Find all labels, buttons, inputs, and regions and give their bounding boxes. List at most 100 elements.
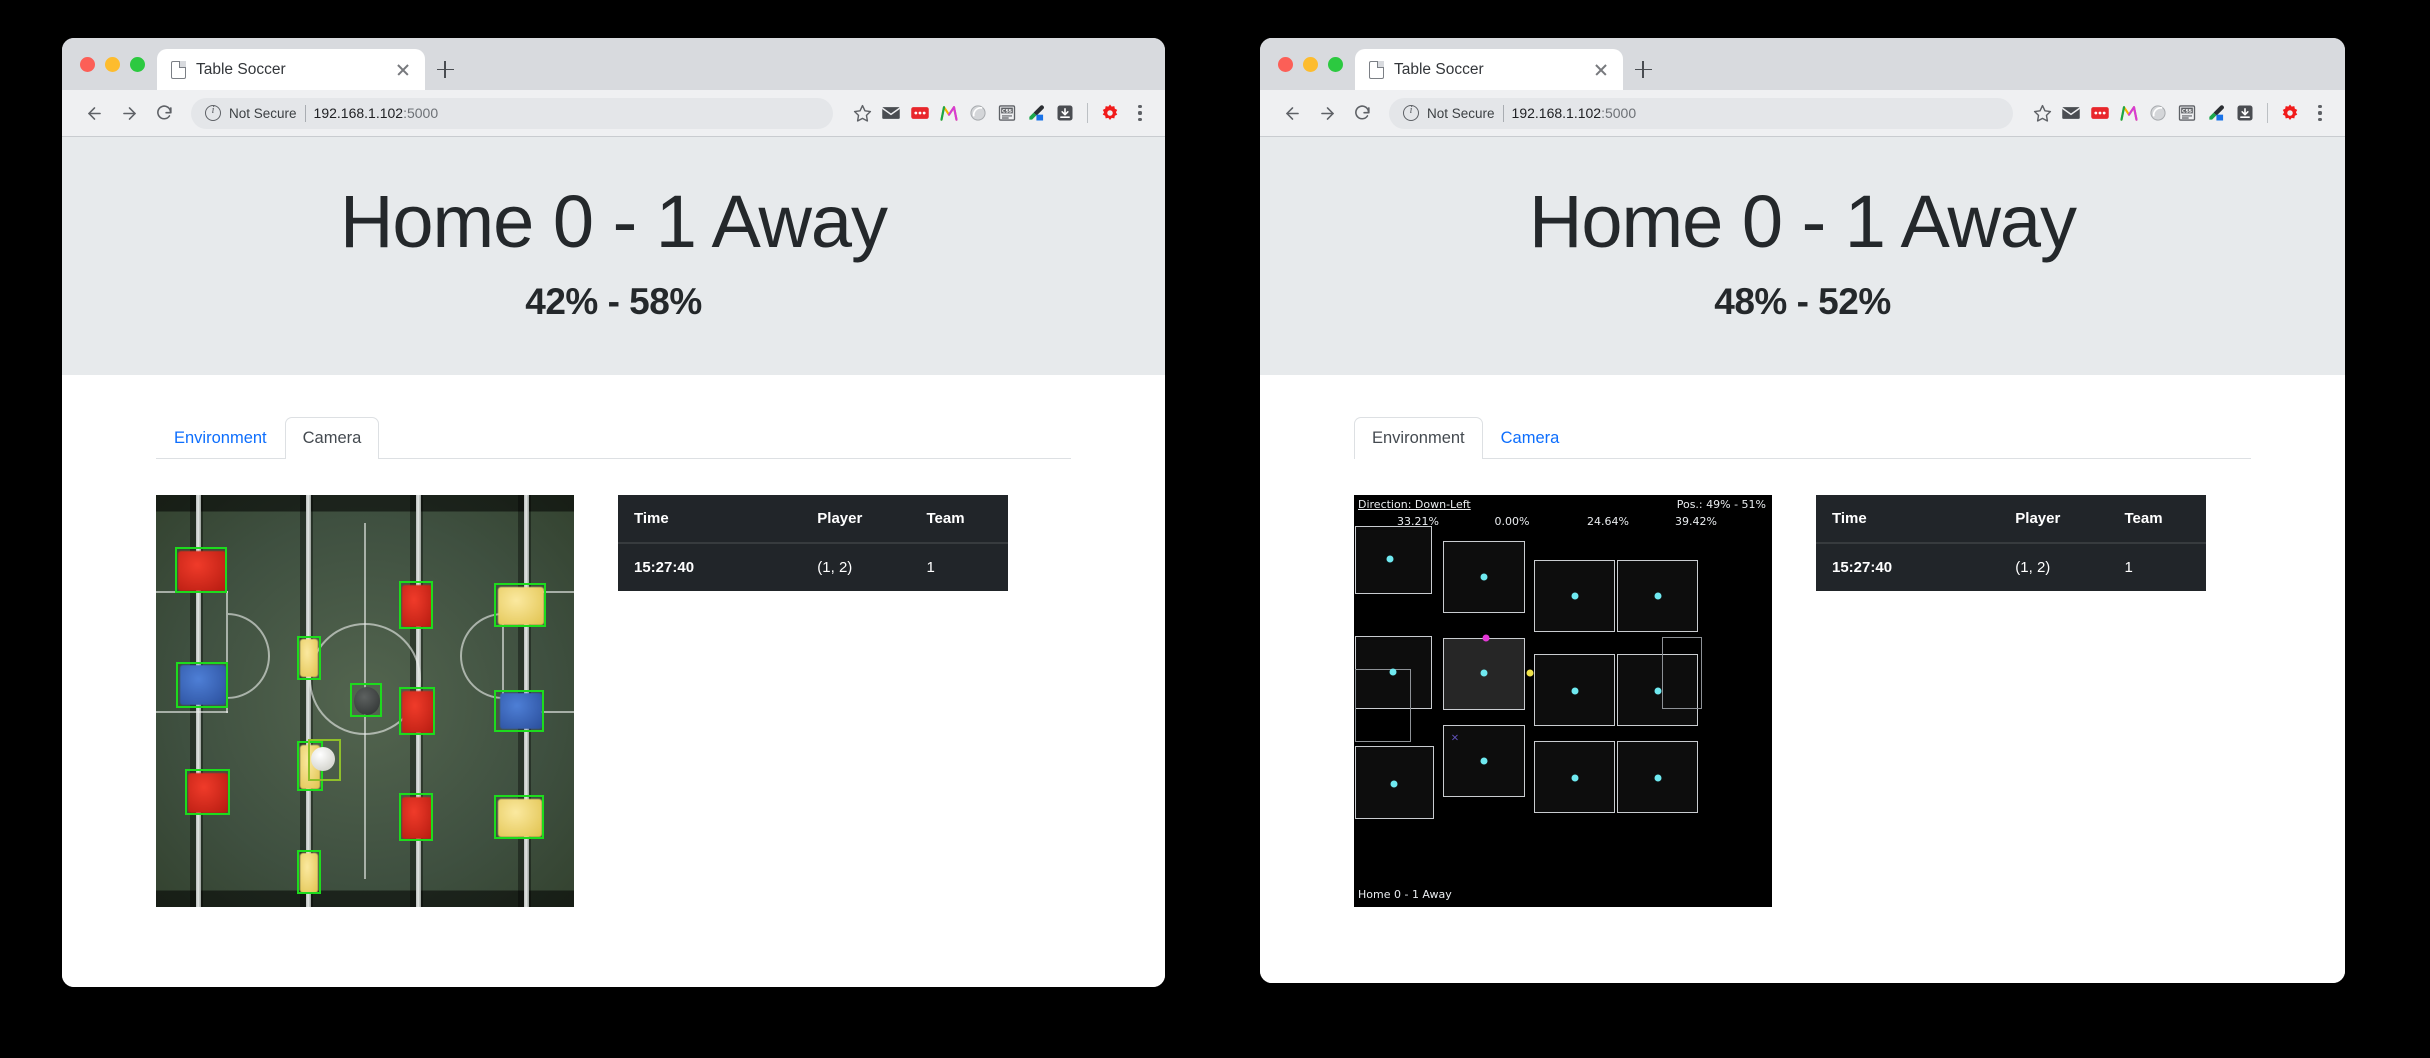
reload-icon[interactable] (1346, 97, 1378, 129)
player-zone-outline (1355, 668, 1411, 742)
player-zone (1355, 525, 1432, 594)
url-host: 192.168.1.102 (313, 105, 404, 121)
cell-team: 1 (926, 558, 935, 576)
browser-tab-title: Table Soccer (196, 60, 286, 78)
back-arrow-icon[interactable] (1276, 97, 1308, 129)
info-icon[interactable] (1403, 104, 1419, 121)
browser-toolbar: Not Secure 192.168.1.102:5000 (62, 90, 1165, 137)
red-gear-extension-icon[interactable] (1100, 103, 1120, 123)
close-tab-icon[interactable] (393, 60, 413, 80)
view-panel: Direction: Down-Left Pos.: 49% - 51% 33.… (1260, 459, 2345, 907)
view-tabs: Environment Camera (156, 416, 1071, 459)
ball-dot (1482, 634, 1490, 642)
address-bar[interactable]: Not Secure 192.168.1.102:5000 (1389, 97, 2013, 129)
grey-circle-extension-icon[interactable] (2148, 103, 2168, 123)
scoreboard-header: Home 0 - 1 Away 42% - 58% (62, 137, 1165, 375)
address-bar[interactable]: Not Secure 192.168.1.102:5000 (191, 97, 833, 129)
events-table: Time Player Team 15:27:40 (1, 2) 1 (1816, 494, 2206, 591)
position-label: Pos.: 49% - 51% (1676, 497, 1766, 511)
tab-camera[interactable]: Camera (284, 416, 380, 459)
kebab-menu-icon[interactable] (1129, 102, 1151, 124)
tab-environment[interactable]: Environment (1354, 416, 1483, 459)
detection-box (399, 686, 435, 735)
close-tab-icon[interactable] (1591, 60, 1611, 80)
scoreboard-header: Home 0 - 1 Away 48% - 52% (1260, 137, 2345, 375)
new-tab-button[interactable] (425, 49, 465, 90)
address-bar-url: 192.168.1.102:5000 (1512, 105, 1637, 121)
tab-camera[interactable]: Camera (1483, 417, 1578, 459)
css-extension-icon[interactable]: CSS (2177, 103, 2197, 123)
events-table-header-row: Time Player Team (618, 494, 1008, 544)
forward-arrow-icon[interactable] (113, 97, 145, 129)
detection-box (399, 792, 433, 841)
view-panel: Time Player Team 15:27:40 (1, 2) 1 (62, 459, 1165, 907)
view-tabs: Environment Camera (1354, 416, 2251, 459)
address-divider (1502, 104, 1504, 122)
player-position-dot (1480, 669, 1488, 677)
back-arrow-icon[interactable] (78, 97, 110, 129)
player-zone-outline (1662, 636, 1702, 709)
mail-extension-icon[interactable] (2061, 103, 2081, 123)
camera-feed (156, 494, 574, 907)
detection-box (494, 794, 544, 839)
cell-player: (1, 2) (2015, 558, 2051, 576)
page-favicon-icon (1369, 60, 1384, 79)
red-badge-extension-icon[interactable] (2090, 103, 2110, 123)
browser-tab[interactable]: Table Soccer (157, 49, 425, 90)
reload-icon[interactable] (148, 97, 180, 129)
column-header-player: Player (801, 494, 911, 544)
detection-box (176, 661, 228, 708)
browser-tab[interactable]: Table Soccer (1355, 49, 1623, 90)
player-position-dot (1386, 555, 1394, 563)
eyedropper-extension-icon[interactable] (1026, 103, 1046, 123)
extensions-tray: CSS (881, 102, 1151, 124)
toolbar-divider (1087, 103, 1088, 123)
table-row: 15:27:40 (1, 2) 1 (1816, 543, 2206, 591)
minimize-window-button[interactable] (1303, 56, 1318, 72)
download-extension-icon[interactable] (2235, 103, 2255, 123)
star-icon[interactable] (846, 97, 878, 129)
url-port: :5000 (403, 105, 439, 121)
maximize-window-button[interactable] (1328, 56, 1343, 72)
eyedropper-extension-icon[interactable] (2206, 103, 2226, 123)
close-window-button[interactable] (80, 56, 95, 72)
forward-arrow-icon[interactable] (1311, 97, 1343, 129)
browser-window-left: Table Soccer i Not Secure 192.168.1.102:… (62, 38, 1165, 987)
security-status-label: Not Secure (229, 105, 297, 121)
css-extension-icon[interactable]: CSS (997, 103, 1017, 123)
cell-time: 15:27:40 (634, 558, 695, 576)
window-controls (76, 38, 157, 90)
minimize-window-button[interactable] (105, 56, 120, 72)
red-badge-extension-icon[interactable] (910, 103, 930, 123)
download-extension-icon[interactable] (1055, 103, 1075, 123)
player-position-dot (1654, 687, 1662, 695)
browser-window-right: Table Soccer i Not Secure 192.168.1.102:… (1260, 38, 2345, 983)
mail-extension-icon[interactable] (881, 103, 901, 123)
new-tab-button[interactable] (1623, 49, 1663, 90)
player-rod (306, 494, 311, 907)
page-content: Home 0 - 1 Away 48% - 52% Environment Ca… (1260, 137, 2345, 983)
column-header-team: Team (2108, 494, 2206, 544)
grey-circle-extension-icon[interactable] (968, 103, 988, 123)
red-gear-extension-icon[interactable] (2280, 103, 2300, 123)
marker-x-icon: × (1450, 732, 1460, 744)
screen: Table Soccer i Not Secure 192.168.1.102:… (0, 0, 2430, 1058)
m-logo-extension-icon[interactable] (2119, 103, 2139, 123)
close-window-button[interactable] (1278, 56, 1293, 72)
info-icon[interactable] (205, 104, 221, 121)
m-logo-extension-icon[interactable] (939, 103, 959, 123)
address-bar-url: 192.168.1.102:5000 (314, 105, 439, 121)
tab-environment[interactable]: Environment (156, 417, 285, 459)
player-position-dot (1480, 573, 1488, 581)
tab-strip: Table Soccer (1260, 38, 2345, 90)
maximize-window-button[interactable] (130, 56, 145, 72)
secondary-ball-dot (1526, 669, 1534, 677)
environment-canvas: Direction: Down-Left Pos.: 49% - 51% 33.… (1354, 494, 1772, 907)
detection-box (297, 849, 321, 894)
kebab-menu-icon[interactable] (2309, 102, 2331, 124)
toolbar-divider (2267, 103, 2268, 123)
detection-box (399, 580, 433, 629)
detection-box (350, 682, 382, 717)
star-icon[interactable] (2026, 97, 2058, 129)
column-header-team: Team (910, 494, 1008, 544)
